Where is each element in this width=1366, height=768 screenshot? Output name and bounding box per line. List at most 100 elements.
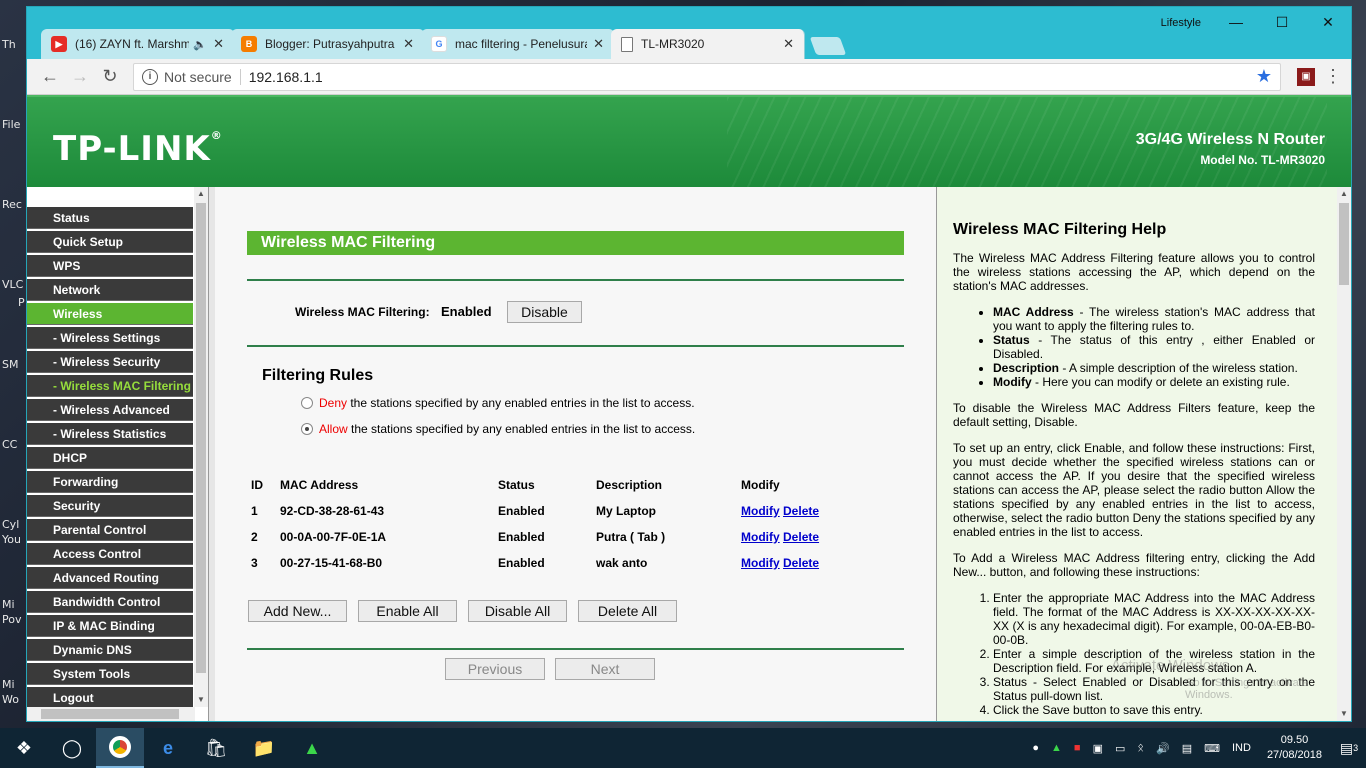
modify-link[interactable]: Modify bbox=[741, 556, 780, 570]
menu-item-wps[interactable]: WPS bbox=[27, 255, 193, 277]
menu-item-status[interactable]: Status bbox=[27, 207, 193, 229]
modify-link[interactable]: Modify bbox=[741, 504, 780, 518]
chrome-tray-icon[interactable]: ● bbox=[1032, 742, 1039, 754]
close-tab-icon[interactable]: ✕ bbox=[593, 36, 604, 52]
menu-item-logout[interactable]: Logout bbox=[27, 687, 193, 709]
notification-icon[interactable]: ▤ 3 bbox=[1332, 728, 1366, 768]
desktop-icon-label[interactable]: P bbox=[18, 296, 25, 309]
windows-start-icon[interactable]: ❖ bbox=[0, 728, 48, 768]
add-new-button[interactable]: Add New... bbox=[248, 600, 347, 622]
url-text[interactable]: 192.168.1.1 bbox=[249, 69, 1256, 85]
delete-all-button[interactable]: Delete All bbox=[578, 600, 677, 622]
next-button[interactable]: Next bbox=[555, 658, 655, 680]
desktop-icon-label[interactable]: CC bbox=[2, 438, 17, 451]
minimize-icon[interactable]: — bbox=[1213, 7, 1259, 37]
menu-item-quick-setup[interactable]: Quick Setup bbox=[27, 231, 193, 253]
delete-link[interactable]: Delete bbox=[783, 556, 819, 570]
desktop-icon-label[interactable]: Wo bbox=[2, 693, 19, 706]
menu-item-dhcp[interactable]: DHCP bbox=[27, 447, 193, 469]
scroll-up-icon[interactable]: ▲ bbox=[194, 187, 208, 201]
desktop-icon-label[interactable]: Rec bbox=[2, 198, 22, 211]
menu-item-system-tools[interactable]: System Tools bbox=[27, 663, 193, 685]
back-icon[interactable]: ← bbox=[35, 66, 65, 87]
reload-icon[interactable]: ↻ bbox=[95, 66, 125, 87]
menu-item-access-control[interactable]: Access Control bbox=[27, 543, 193, 565]
bookmark-star-icon[interactable]: ★ bbox=[1256, 66, 1272, 87]
disable-all-button[interactable]: Disable All bbox=[468, 600, 567, 622]
keyboard-tray-icon[interactable]: ⌨ bbox=[1204, 742, 1220, 755]
desktop-icon-label[interactable]: SM bbox=[2, 358, 18, 371]
scroll-thumb[interactable] bbox=[196, 203, 206, 673]
extension-icon[interactable]: ▣ bbox=[1297, 67, 1315, 86]
volume-tray-icon[interactable]: 🔊 bbox=[1156, 742, 1170, 755]
menu-item-dynamic-dns[interactable]: Dynamic DNS bbox=[27, 639, 193, 661]
network-tray-icon[interactable]: ▤ bbox=[1182, 742, 1192, 755]
desktop-icon-label[interactable]: Pov bbox=[2, 613, 21, 626]
scroll-up-icon[interactable]: ▲ bbox=[1337, 187, 1351, 201]
clock[interactable]: 09.50 27/08/2018 bbox=[1267, 733, 1322, 763]
tab-blogger[interactable]: B Blogger: Putrasyahputra ✕ bbox=[231, 29, 425, 59]
store-taskbar-icon[interactable]: 🛍 bbox=[192, 728, 240, 768]
usb-tray-icon[interactable]: ▭ bbox=[1115, 742, 1125, 755]
menu-item-parental-control[interactable]: Parental Control bbox=[27, 519, 193, 541]
tab-youtube[interactable]: ▶ (16) ZAYN ft. Marshm 🔈 ✕ bbox=[41, 29, 235, 59]
help-vertical-scrollbar[interactable]: ▲ ▼ bbox=[1337, 187, 1351, 721]
delete-link[interactable]: Delete bbox=[783, 504, 819, 518]
file-explorer-taskbar-icon[interactable]: 📁 bbox=[240, 728, 288, 768]
app-taskbar-icon[interactable]: ▲ bbox=[288, 728, 336, 768]
menu-item-forwarding[interactable]: Forwarding bbox=[27, 471, 193, 493]
menu-vertical-scrollbar[interactable]: ▲ ▼ bbox=[194, 187, 208, 707]
deny-radio[interactable] bbox=[301, 397, 313, 409]
menu-item-wireless-security[interactable]: - Wireless Security bbox=[27, 351, 193, 373]
monitor-tray-icon[interactable]: ▣ bbox=[1093, 742, 1103, 755]
security-label[interactable]: Not secure bbox=[164, 69, 232, 85]
desktop-icon-label[interactable]: Cyl bbox=[2, 518, 19, 531]
desktop-icon-label[interactable]: Mi bbox=[2, 678, 15, 691]
menu-item-security[interactable]: Security bbox=[27, 495, 193, 517]
maximize-icon[interactable]: ☐ bbox=[1259, 7, 1305, 37]
scroll-thumb[interactable] bbox=[1339, 203, 1349, 285]
edge-taskbar-icon[interactable]: e bbox=[144, 728, 192, 768]
scroll-thumb[interactable] bbox=[41, 709, 179, 719]
delete-link[interactable]: Delete bbox=[783, 530, 819, 544]
menu-item-advanced-routing[interactable]: Advanced Routing bbox=[27, 567, 193, 589]
profile-name[interactable]: Lifestyle bbox=[1161, 17, 1201, 29]
menu-item-wireless-advanced[interactable]: - Wireless Advanced bbox=[27, 399, 193, 421]
menu-item-network[interactable]: Network bbox=[27, 279, 193, 301]
menu-item-bandwidth-control[interactable]: Bandwidth Control bbox=[27, 591, 193, 613]
close-icon[interactable]: ✕ bbox=[1305, 7, 1351, 37]
menu-item-wireless[interactable]: Wireless bbox=[27, 303, 193, 325]
allow-radio[interactable] bbox=[301, 423, 313, 435]
new-tab-button[interactable] bbox=[809, 37, 847, 55]
search-circle-icon[interactable]: ◯ bbox=[48, 728, 96, 768]
scroll-down-icon[interactable]: ▼ bbox=[1337, 707, 1351, 721]
enable-all-button[interactable]: Enable All bbox=[358, 600, 457, 622]
menu-item-wireless-statistics[interactable]: - Wireless Statistics bbox=[27, 423, 193, 445]
language-indicator[interactable]: IND bbox=[1232, 742, 1251, 754]
menu-item-ip-mac-binding[interactable]: IP & MAC Binding bbox=[27, 615, 193, 637]
desktop-icon-label[interactable]: VLC bbox=[2, 278, 23, 291]
menu-kebab-icon[interactable]: ⋮ bbox=[1323, 66, 1343, 87]
tab-router[interactable]: TL-MR3020 ✕ bbox=[611, 29, 805, 59]
tab-google[interactable]: G mac filtering - Penelusuran ✕ bbox=[421, 29, 615, 59]
antivirus-tray-icon[interactable]: ■ bbox=[1074, 742, 1081, 754]
disable-button[interactable]: Disable bbox=[507, 301, 582, 323]
address-bar[interactable]: i Not secure 192.168.1.1 ★ bbox=[133, 62, 1281, 91]
menu-item-wireless-mac-filtering[interactable]: - Wireless MAC Filtering bbox=[27, 375, 193, 397]
forward-icon[interactable]: → bbox=[65, 66, 95, 87]
close-tab-icon[interactable]: ✕ bbox=[213, 36, 224, 52]
desktop-icon-label[interactable]: Mi bbox=[2, 598, 15, 611]
speaker-icon[interactable]: 🔈 bbox=[193, 38, 207, 51]
desktop-icon-label[interactable]: Th bbox=[2, 38, 16, 51]
modify-link[interactable]: Modify bbox=[741, 530, 780, 544]
bluetooth-tray-icon[interactable]: ᛟ bbox=[1137, 742, 1144, 754]
menu-horizontal-scrollbar[interactable] bbox=[27, 707, 195, 721]
desktop-icon-label[interactable]: File bbox=[2, 118, 20, 131]
close-tab-icon[interactable]: ✕ bbox=[783, 36, 794, 52]
previous-button[interactable]: Previous bbox=[445, 658, 545, 680]
title-bar[interactable]: Lifestyle — ☐ ✕ ▶ (16) ZAYN ft. Marshm 🔈… bbox=[27, 7, 1351, 59]
app-tray-icon[interactable]: ▲ bbox=[1051, 742, 1062, 754]
info-icon[interactable]: i bbox=[142, 68, 158, 85]
desktop-icon-label[interactable]: You bbox=[2, 533, 21, 546]
chrome-taskbar-icon[interactable] bbox=[96, 728, 144, 768]
